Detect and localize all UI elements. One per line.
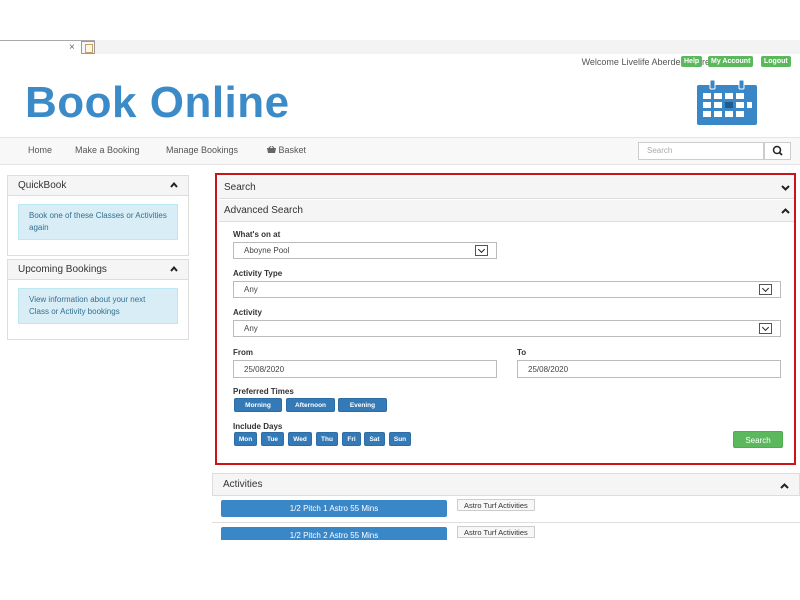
nav-make-booking[interactable]: Make a Booking	[75, 145, 140, 155]
time-afternoon-button[interactable]: Afternoon	[286, 398, 335, 412]
my-account-button[interactable]: My Account	[708, 56, 754, 67]
day-thu-button[interactable]: Thu	[316, 432, 338, 446]
from-label: From	[233, 348, 253, 357]
upcoming-bookings-info: View information about your next Class o…	[18, 288, 178, 324]
nav-home[interactable]: Home	[28, 145, 52, 155]
basket-icon	[267, 145, 276, 153]
search-icon	[772, 145, 783, 156]
search-input[interactable]: Search	[638, 142, 764, 160]
quickbook-info: Book one of these Classes or Activities …	[18, 204, 178, 240]
day-sun-button[interactable]: Sun	[389, 432, 411, 446]
nav-manage-bookings[interactable]: Manage Bookings	[166, 145, 238, 155]
activities-header[interactable]: Activities	[212, 473, 800, 496]
new-tab-icon[interactable]	[81, 41, 95, 54]
day-tue-button[interactable]: Tue	[261, 432, 284, 446]
activity-type-value: Any	[244, 285, 258, 294]
day-wed-button[interactable]: Wed	[288, 432, 312, 446]
activity-category-tag: Astro Turf Activities	[457, 526, 535, 538]
day-mon-button[interactable]: Mon	[234, 432, 257, 446]
submit-search-button[interactable]: Search	[733, 431, 783, 448]
activities-title: Activities	[223, 479, 263, 490]
quickbook-panel: QuickBook Book one of these Classes or A…	[7, 175, 189, 256]
search-section-title: Search	[224, 182, 256, 193]
to-date-input[interactable]: 25/08/2020	[517, 360, 781, 378]
whats-on-label: What's on at	[233, 230, 281, 239]
day-sat-button[interactable]: Sat	[364, 432, 385, 446]
chevron-down-icon	[781, 185, 790, 191]
preferred-times-label: Preferred Times	[233, 387, 294, 396]
main-navbar: Home Make a Booking Manage Bookings Bask…	[0, 137, 800, 165]
activity-category-tag: Astro Turf Activities	[457, 499, 535, 511]
activity-button[interactable]: 1/2 Pitch 1 Astro 55 Mins	[221, 500, 447, 517]
venue-select[interactable]: Aboyne Pool	[233, 242, 497, 259]
chevron-down-icon	[475, 245, 488, 256]
search-section-header[interactable]: Search	[219, 177, 794, 199]
browser-tab-strip: ×	[0, 40, 800, 54]
activity-button[interactable]: 1/2 Pitch 2 Astro 55 Mins	[221, 527, 447, 540]
include-days-label: Include Days	[233, 422, 283, 431]
time-evening-button[interactable]: Evening	[338, 398, 387, 412]
chevron-up-icon	[780, 483, 789, 489]
tab-close-icon[interactable]: ×	[69, 42, 75, 54]
chevron-down-icon	[759, 323, 772, 334]
quickbook-title: QuickBook	[18, 180, 67, 191]
chevron-up-icon	[781, 208, 790, 214]
upcoming-bookings-title: Upcoming Bookings	[18, 264, 107, 275]
logout-button[interactable]: Logout	[761, 56, 791, 67]
activity-select-value: Any	[244, 324, 258, 333]
search-button[interactable]	[764, 142, 791, 160]
activity-type-label: Activity Type	[233, 269, 283, 278]
venue-select-value: Aboyne Pool	[244, 246, 290, 255]
activity-select[interactable]: Any	[233, 320, 781, 337]
chevron-up-icon	[170, 181, 178, 188]
calendar-icon	[697, 80, 757, 125]
quickbook-header[interactable]: QuickBook	[8, 176, 188, 196]
browser-tab[interactable]: ×	[0, 40, 95, 54]
upcoming-bookings-panel: Upcoming Bookings View information about…	[7, 259, 189, 340]
day-fri-button[interactable]: Fri	[342, 432, 361, 446]
help-button[interactable]: Help	[681, 56, 703, 67]
chevron-up-icon	[170, 265, 178, 272]
list-item: 1/2 Pitch 2 Astro 55 Mins Astro Turf Act…	[212, 523, 800, 540]
time-morning-button[interactable]: Morning	[234, 398, 282, 412]
from-date-input[interactable]: 25/08/2020	[233, 360, 497, 378]
nav-basket[interactable]: Basket	[267, 145, 306, 155]
upcoming-bookings-header[interactable]: Upcoming Bookings	[8, 260, 188, 280]
page-title: Book Online	[25, 78, 290, 127]
activity-label: Activity	[233, 308, 262, 317]
search-panel: Search Advanced Search What's on at Aboy…	[215, 173, 796, 465]
list-item: 1/2 Pitch 1 Astro 55 Mins Astro Turf Act…	[212, 496, 800, 523]
to-label: To	[517, 348, 527, 357]
chevron-down-icon	[759, 284, 772, 295]
advanced-search-title: Advanced Search	[224, 205, 303, 216]
advanced-search-header[interactable]: Advanced Search	[219, 200, 794, 222]
nav-basket-label: Basket	[278, 145, 307, 155]
activity-type-select[interactable]: Any	[233, 281, 781, 298]
